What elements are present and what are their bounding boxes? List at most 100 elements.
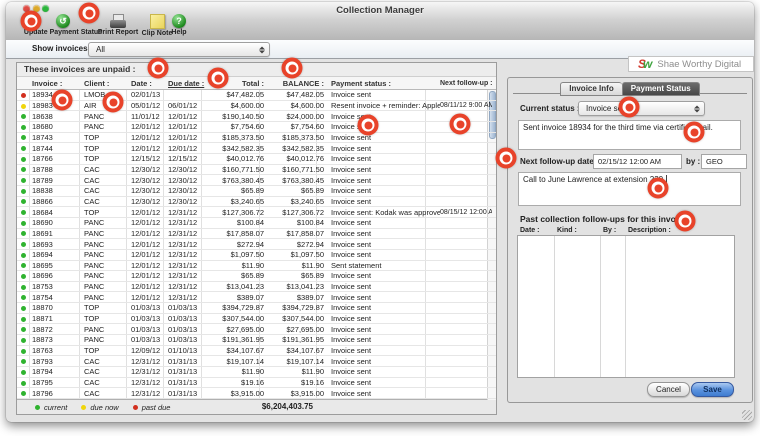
status-note-textarea[interactable]: Sent invoice 18934 for the third time vi…: [518, 120, 741, 150]
cell-payment-status: Invoice sent: [327, 293, 440, 302]
clip-note-button[interactable]: Clip Note: [144, 14, 170, 37]
cell-invoice: 18684: [29, 208, 82, 217]
table-row[interactable]: 18690PANC12/01/1212/31/12$100.84$100.84I…: [17, 218, 496, 229]
status-dot: [17, 293, 29, 302]
dropdown-stepper-icon: [259, 46, 265, 53]
column-header-next-follow-up[interactable]: Next follow-up :: [440, 80, 492, 87]
call-note-textarea[interactable]: Call to June Lawrence at extension 230.: [518, 172, 741, 206]
cell-payment-status: Invoice sent: [327, 240, 440, 249]
status-dot: [17, 314, 29, 323]
next-follow-up-date-field[interactable]: 02/15/12 12:00 AM: [593, 154, 682, 169]
balance-total: $6,204,403.75: [262, 402, 313, 411]
cell-due-date: 12/31/12: [168, 271, 206, 280]
legend-past-due-dot: [133, 405, 138, 410]
table-row[interactable]: 18873PANC01/03/1301/03/13$191,361.95$191…: [17, 335, 496, 346]
table-row[interactable]: 18870TOP01/03/1301/03/13$394,729.87$394,…: [17, 303, 496, 314]
past-column-description: Description :: [628, 227, 671, 234]
table-row[interactable]: 18789CAC12/30/1212/30/12$763,380.45$763,…: [17, 175, 496, 186]
column-header-due-date[interactable]: Due date :: [168, 79, 206, 88]
table-row[interactable]: 18744TOP12/01/1212/01/12$342,582.35$342,…: [17, 143, 496, 154]
annotation-circle-balance-header: [282, 58, 303, 79]
cell-date: 01/03/13: [131, 303, 168, 312]
status-dot: [17, 367, 29, 376]
past-column-date: Date :: [520, 227, 539, 234]
table-row[interactable]: 18693PANC12/01/1212/31/12$272.94$272.94I…: [17, 239, 496, 250]
cell-total: $47,482.05: [206, 90, 267, 99]
table-row[interactable]: 18753PANC12/01/1212/31/12$13,041.23$13,0…: [17, 282, 496, 293]
cell-balance: $4,600.00: [267, 101, 327, 110]
printer-icon: [110, 14, 126, 28]
column-header-date[interactable]: Date :: [131, 79, 168, 88]
table-row[interactable]: 18794CAC12/31/1201/31/13$11.90$11.90Invo…: [17, 367, 496, 378]
column-header-client[interactable]: Client :: [82, 79, 131, 88]
cell-payment-status: Invoice sent: [327, 144, 440, 153]
table-row[interactable]: 18691PANC12/01/1212/31/12$17,858.07$17,8…: [17, 229, 496, 240]
current-status-dropdown[interactable]: Invoice sent: [578, 101, 705, 116]
table-row[interactable]: 18872PANC01/03/1301/03/13$27,695.00$27,6…: [17, 324, 496, 335]
by-field[interactable]: GEO: [701, 154, 747, 169]
tab-payment-status[interactable]: Payment Status: [622, 82, 700, 96]
table-row[interactable]: 18983AIR05/01/1206/01/12$4,600.00$4,600.…: [17, 101, 496, 112]
table-row[interactable]: 18743TOP12/01/1212/01/12$185,373.50$185,…: [17, 133, 496, 144]
column-header-invoice[interactable]: Invoice :: [29, 79, 82, 88]
cell-date: 12/31/12: [131, 389, 168, 398]
past-follow-ups-list[interactable]: [517, 235, 735, 378]
cell-date: 01/03/13: [131, 314, 168, 323]
table-row[interactable]: 18793CAC12/31/1201/31/13$19,107.14$19,10…: [17, 356, 496, 367]
cell-payment-status: Invoice sent: [327, 357, 440, 366]
cell-due-date: 12/31/12: [168, 282, 206, 291]
cell-balance: $394,729.87: [267, 303, 327, 312]
table-row[interactable]: 18684TOP12/01/1212/31/12$127,306.72$127,…: [17, 207, 496, 218]
table-row[interactable]: 18871TOP01/03/1301/03/13$307,544.00$307,…: [17, 314, 496, 325]
cell-balance: $47,482.05: [267, 90, 327, 99]
table-row[interactable]: 18763TOP12/09/1201/10/13$34,107.67$34,10…: [17, 346, 496, 357]
cell-client: CAC: [82, 186, 131, 195]
cell-client: PANC: [82, 293, 131, 302]
table-row[interactable]: 18766TOP12/15/1212/15/12$40,012.76$40,01…: [17, 154, 496, 165]
table-row[interactable]: 18695PANC12/01/1212/31/12$11.90$11.90Sen…: [17, 261, 496, 272]
column-header-payment-status[interactable]: Payment status :: [327, 79, 440, 88]
table-row[interactable]: 18638PANC11/01/1212/01/12$190,140.50$24,…: [17, 111, 496, 122]
cell-payment-status: Invoice sent: [327, 154, 440, 163]
table-row[interactable]: 18934LMOB02/01/13$47,482.05$47,482.05Inv…: [17, 90, 496, 101]
cell-date: 12/01/12: [131, 229, 168, 238]
tab-invoice-info[interactable]: Invoice Info: [560, 82, 621, 96]
cell-due-date: 12/31/12: [168, 208, 206, 217]
annotation-circle-date-header: [148, 58, 169, 79]
by-label: by :: [686, 157, 700, 166]
cell-date: 12/01/12: [131, 240, 168, 249]
cell-invoice: 18693: [29, 240, 82, 249]
cell-invoice: 18866: [29, 197, 82, 206]
cell-payment-status: Sent statement: [327, 261, 440, 270]
table-row[interactable]: 18795CAC12/31/1201/31/13$19.16$19.16Invo…: [17, 378, 496, 389]
show-invoices-for-dropdown[interactable]: All: [88, 42, 270, 57]
help-button[interactable]: ? Help: [169, 14, 189, 36]
screenshot-stage: Collection Manager ↺ Update Payment Stat…: [0, 0, 760, 436]
column-header-balance[interactable]: BALANCE :: [267, 79, 327, 88]
table-row[interactable]: 18680PANC12/01/1212/01/12$7,754.60$7,754…: [17, 122, 496, 133]
table-row[interactable]: 18696PANC12/01/1212/31/12$65.89$65.89Inv…: [17, 271, 496, 282]
cell-invoice: 18763: [29, 346, 82, 355]
cell-invoice: 18794: [29, 367, 82, 376]
resize-grip-icon[interactable]: [742, 410, 752, 420]
cell-total: $3,915.00: [206, 389, 267, 398]
print-report-button[interactable]: Print Report: [95, 14, 141, 36]
cell-balance: $40,012.76: [267, 154, 327, 163]
dropdown-value: All: [96, 45, 105, 54]
cancel-button[interactable]: Cancel: [647, 382, 690, 397]
table-row[interactable]: 18694PANC12/01/1212/31/12$1,097.50$1,097…: [17, 250, 496, 261]
zoom-button[interactable]: [42, 5, 49, 12]
save-button[interactable]: Save: [691, 382, 734, 397]
table-row[interactable]: 18796CAC12/31/1201/31/13$3,915.00$3,915.…: [17, 388, 496, 399]
cell-balance: $34,107.67: [267, 346, 327, 355]
table-row[interactable]: 18754PANC12/01/1212/31/12$389.07$389.07I…: [17, 292, 496, 303]
table-row[interactable]: 18788CAC12/30/1212/30/12$160,771.50$160,…: [17, 165, 496, 176]
cell-due-date: 12/15/12: [168, 154, 206, 163]
cell-date: 05/01/12: [131, 101, 168, 110]
cell-balance: $65.89: [267, 186, 327, 195]
cell-date: 11/01/12: [131, 112, 168, 121]
cell-invoice: 18695: [29, 261, 82, 270]
refresh-orb-icon: ↺: [56, 14, 70, 28]
table-row[interactable]: 18866CAC12/30/1212/30/12$3,240.65$3,240.…: [17, 197, 496, 208]
table-row[interactable]: 18838CAC12/30/1212/30/12$65.89$65.89Invo…: [17, 186, 496, 197]
